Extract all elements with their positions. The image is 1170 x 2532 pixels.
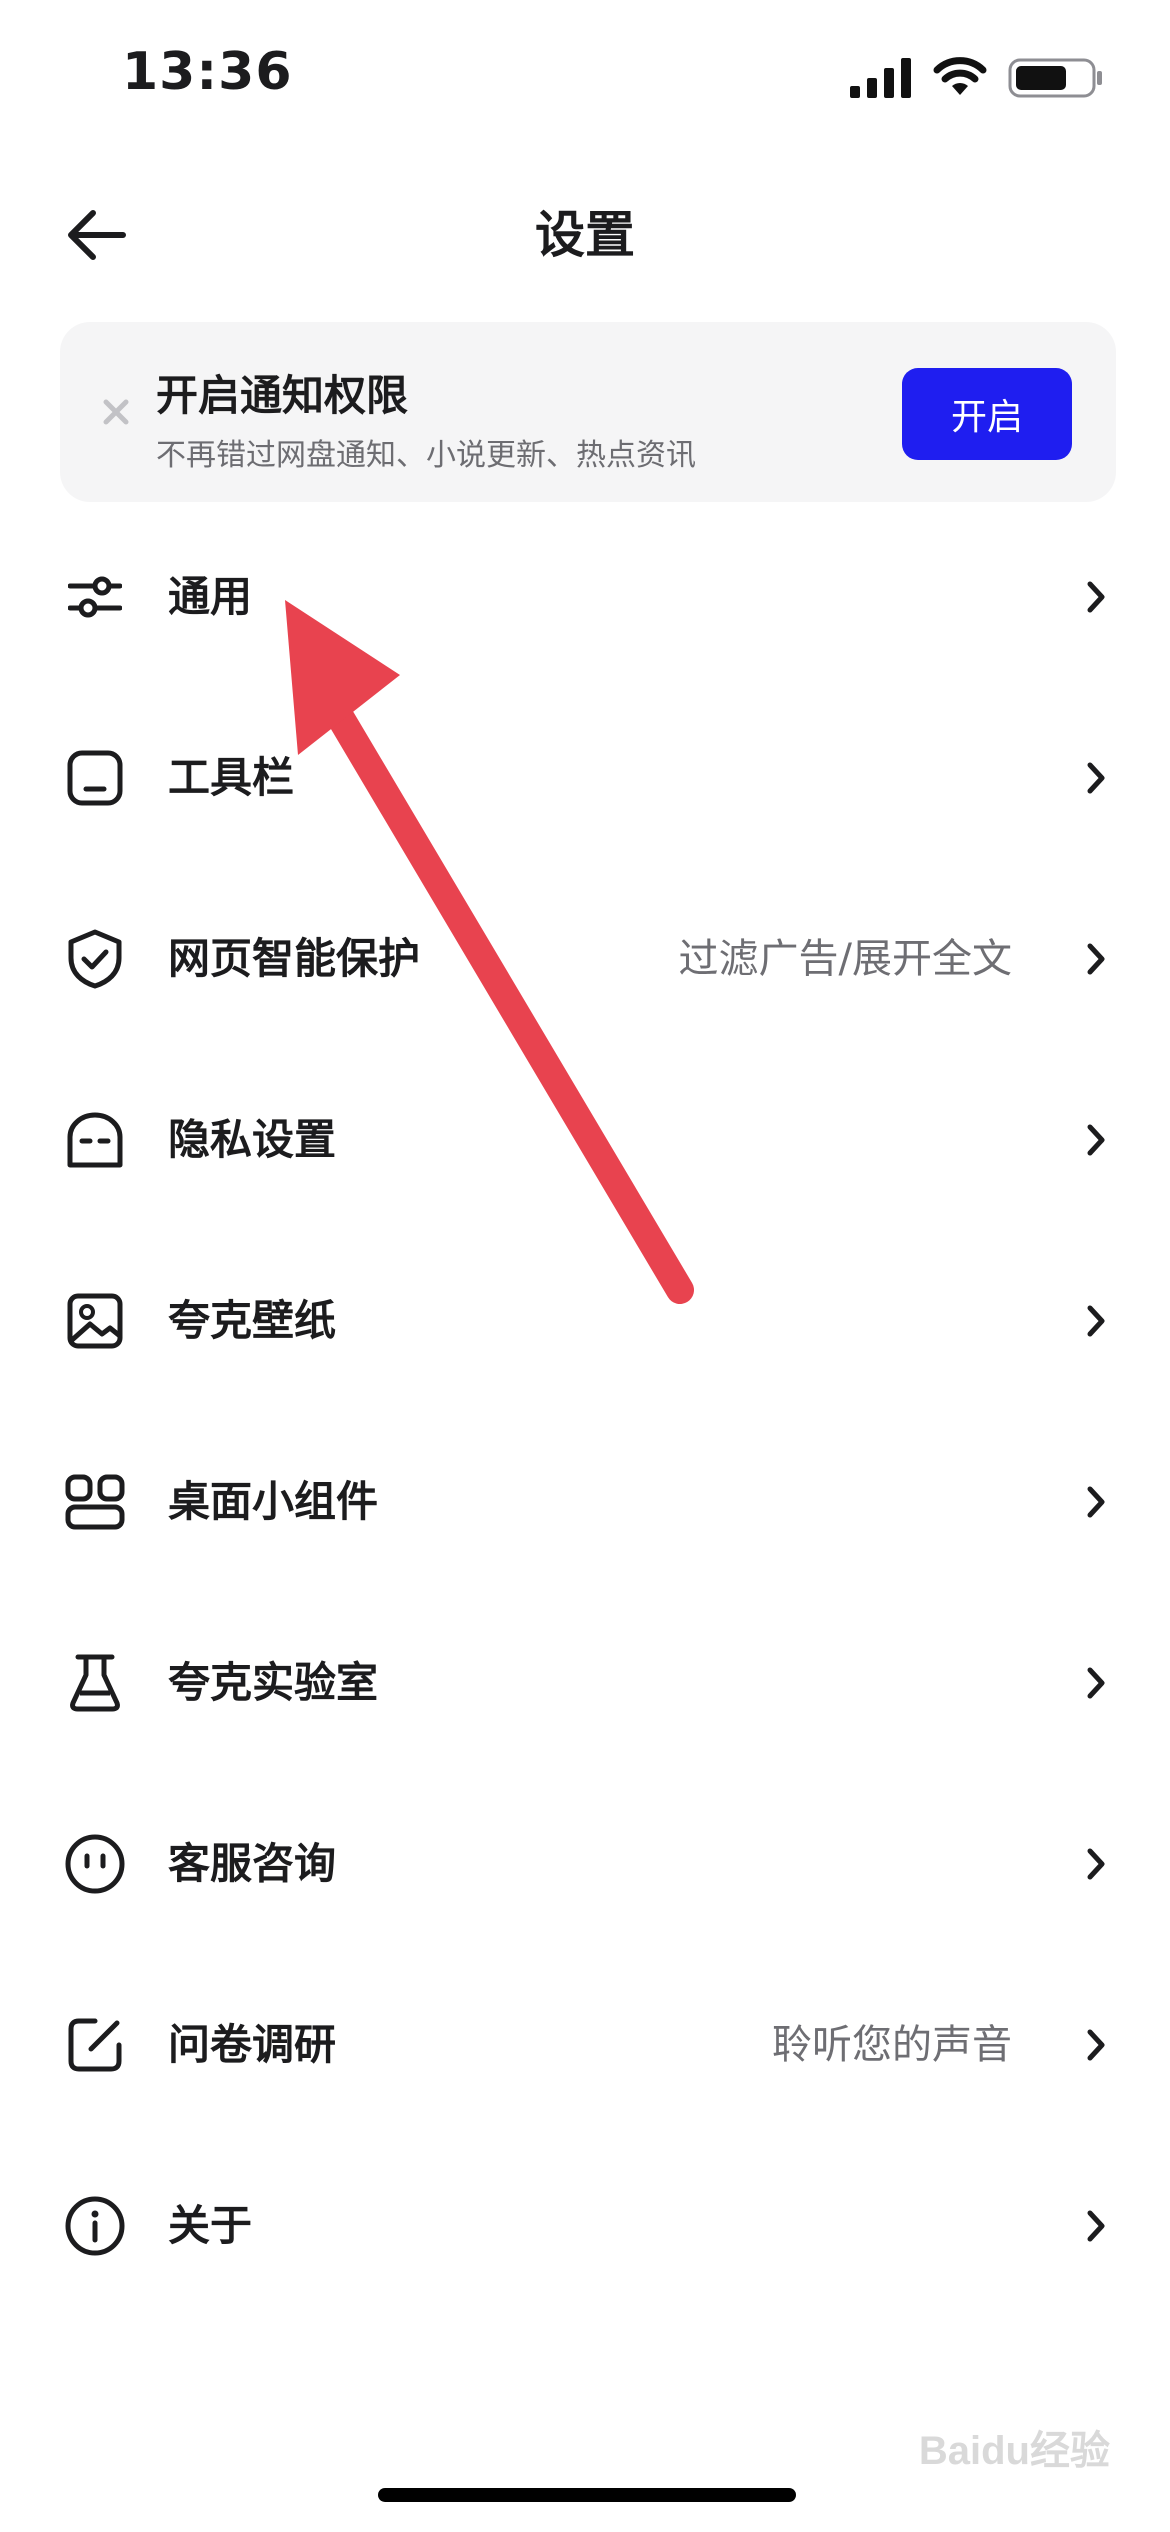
menu-item-label: 问卷调研 — [168, 2020, 337, 2069]
menu-item-privacy[interactable]: 隐私设置 — [0, 1049, 1170, 1230]
header: 设置 — [0, 180, 1170, 290]
chevron-right-icon — [1078, 755, 1114, 801]
menu-item-label: 网页智能保护 — [168, 934, 421, 983]
flask-icon — [62, 1650, 128, 1716]
menu-item-label: 夸克实验室 — [168, 1658, 379, 1707]
status-icons — [850, 56, 1104, 100]
menu-item-general[interactable]: 通用 — [0, 506, 1170, 687]
banner-title: 开启通知权限 — [156, 371, 409, 420]
chevron-right-icon — [1078, 1298, 1114, 1344]
watermark-logo: Baidu经验 — [918, 2429, 1110, 2473]
menu-item-about[interactable]: 关于 — [0, 2135, 1170, 2316]
menu-item-label: 客服咨询 — [168, 1839, 337, 1888]
wifi-icon — [933, 57, 987, 95]
chevron-right-icon — [1078, 2203, 1114, 2249]
menu-item-label: 夸克壁纸 — [168, 1296, 337, 1345]
menu-item-lab[interactable]: 夸克实验室 — [0, 1592, 1170, 1773]
chevron-right-icon — [1078, 574, 1114, 620]
widgets-icon — [62, 1469, 128, 1535]
image-icon — [62, 1288, 128, 1354]
toolbar-icon — [62, 745, 128, 811]
battery-icon — [1008, 58, 1102, 98]
edit-icon — [62, 2012, 128, 2078]
menu-item-label: 桌面小组件 — [168, 1477, 379, 1526]
menu-item-survey[interactable]: 问卷调研 聆听您的声音 — [0, 1954, 1170, 2135]
menu-item-widgets[interactable]: 桌面小组件 — [0, 1411, 1170, 1592]
sliders-icon — [62, 564, 128, 630]
menu-item-label: 隐私设置 — [168, 1115, 337, 1164]
chevron-right-icon — [1078, 1479, 1114, 1525]
settings-menu: 通用 工具栏 网页智能保护 过滤广告/展开全文 隐私设置 夸克壁纸 桌面小组件 … — [0, 506, 1170, 2316]
close-icon — [103, 399, 129, 425]
home-indicator[interactable] — [378, 2488, 796, 2502]
menu-item-wallpaper[interactable]: 夸克壁纸 — [0, 1230, 1170, 1411]
menu-item-label: 工具栏 — [168, 753, 295, 802]
chevron-right-icon — [1078, 2022, 1114, 2068]
menu-item-toolbar[interactable]: 工具栏 — [0, 687, 1170, 868]
menu-item-customer-service[interactable]: 客服咨询 — [0, 1773, 1170, 1954]
info-icon — [62, 2193, 128, 2259]
menu-item-value: 聆听您的声音 — [772, 2022, 1012, 2068]
chevron-right-icon — [1078, 936, 1114, 982]
banner-description: 不再错过网盘通知、小说更新、热点资讯 — [156, 438, 696, 473]
status-time: 13:36 — [122, 42, 293, 102]
face-icon — [62, 1831, 128, 1897]
page-title: 设置 — [535, 206, 635, 264]
notification-banner: 开启通知权限 不再错过网盘通知、小说更新、热点资讯 开启 — [60, 322, 1116, 502]
enable-notification-button[interactable]: 开启 — [902, 368, 1072, 460]
chevron-right-icon — [1078, 1841, 1114, 1887]
chevron-right-icon — [1078, 1117, 1114, 1163]
cellular-signal-icon — [850, 58, 911, 98]
chevron-right-icon — [1078, 1660, 1114, 1706]
menu-item-label: 关于 — [168, 2201, 253, 2250]
menu-item-value: 过滤广告/展开全文 — [678, 936, 1012, 982]
shield-check-icon — [62, 926, 128, 992]
status-bar: 13:36 — [0, 0, 1170, 150]
menu-item-web-protection[interactable]: 网页智能保护 过滤广告/展开全文 — [0, 868, 1170, 1049]
privacy-mask-icon — [62, 1107, 128, 1173]
close-button[interactable] — [92, 388, 140, 436]
menu-item-label: 通用 — [168, 572, 253, 621]
